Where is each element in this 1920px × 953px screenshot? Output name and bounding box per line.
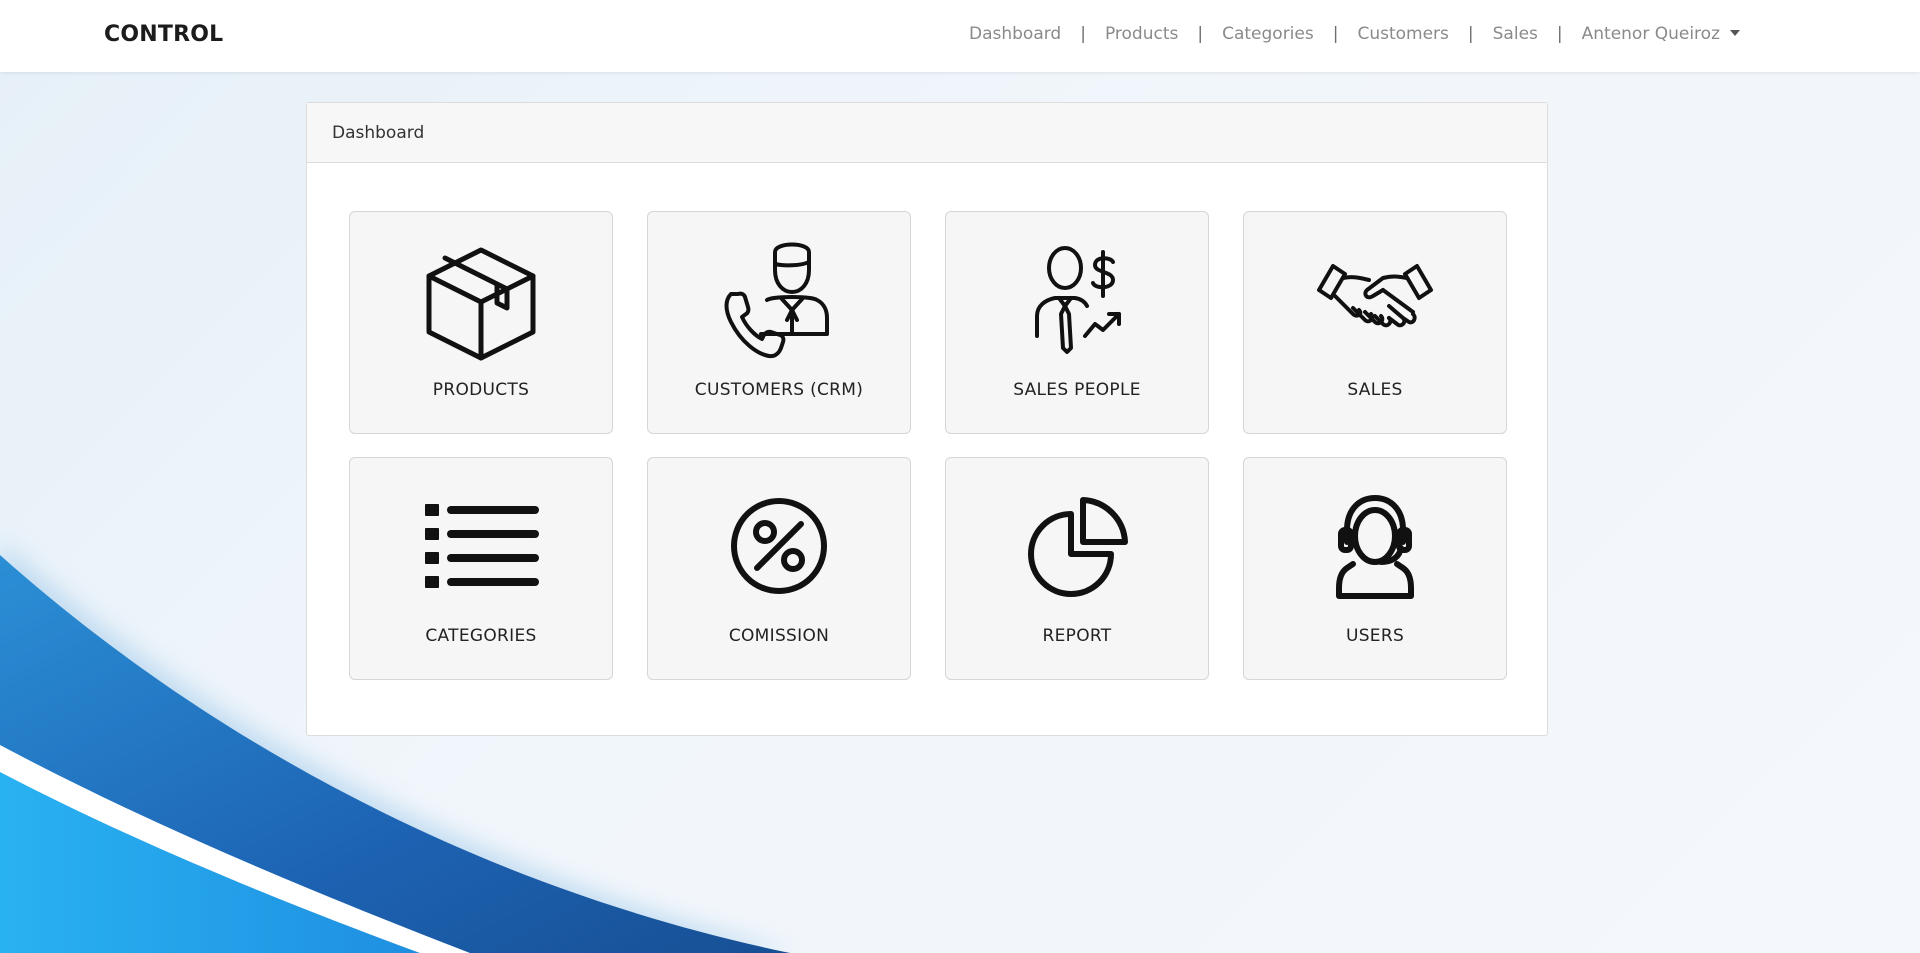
pie-chart-icon — [1015, 484, 1139, 608]
tile-sales-people[interactable]: SALES PEOPLE — [945, 211, 1209, 434]
tile-report[interactable]: REPORT — [945, 457, 1209, 680]
user-name: Antenor Queiroz — [1581, 24, 1720, 44]
tile-label: SALES PEOPLE — [1013, 380, 1141, 400]
tile-users[interactable]: USERS — [1243, 457, 1507, 680]
nav-separator: | — [1080, 24, 1086, 44]
nav-link-categories[interactable]: Categories — [1222, 24, 1314, 44]
nav-separator: | — [1332, 24, 1339, 44]
main-nav: Dashboard | Products | Categories | Cust… — [969, 24, 1740, 44]
caret-down-icon — [1730, 29, 1740, 36]
tile-label: USERS — [1345, 626, 1405, 646]
tile-label: CATEGORIES — [425, 626, 537, 646]
nav-separator: | — [1556, 24, 1563, 44]
percent-icon — [717, 484, 841, 608]
tile-comission[interactable]: COMISSION — [647, 457, 911, 680]
top-navbar: CONTROL Dashboard | Products | Categorie… — [0, 0, 1920, 72]
brand-logo[interactable]: CONTROL — [104, 22, 223, 47]
tile-label: COMISSION — [728, 626, 830, 646]
nav-link-sales[interactable]: Sales — [1493, 24, 1538, 44]
tile-label: CUSTOMERS (CRM) — [694, 380, 864, 400]
list-icon — [419, 484, 543, 608]
panel-header: Dashboard — [307, 103, 1547, 163]
dashboard-tiles: PRODUCTS CUSTOMERS (CRM) SALES PEOPLE SA… — [349, 211, 1507, 680]
nav-link-products[interactable]: Products — [1105, 24, 1178, 44]
tile-sales[interactable]: SALES — [1243, 211, 1507, 434]
nav-link-dashboard[interactable]: Dashboard — [969, 24, 1061, 44]
tile-categories[interactable]: CATEGORIES — [349, 457, 613, 680]
user-menu-dropdown[interactable]: Antenor Queiroz — [1582, 24, 1740, 44]
nav-separator: | — [1467, 24, 1474, 44]
nav-link-customers[interactable]: Customers — [1357, 24, 1448, 44]
customer-service-icon — [717, 238, 841, 362]
handshake-icon — [1313, 238, 1437, 362]
dashboard-panel: Dashboard PRODUCTS CUSTOMERS (CRM) SALES… — [306, 102, 1548, 736]
tile-customers-crm[interactable]: CUSTOMERS (CRM) — [647, 211, 911, 434]
box-icon — [419, 238, 543, 362]
tile-label: PRODUCTS — [432, 380, 530, 400]
headset-user-icon — [1313, 484, 1437, 608]
salesperson-icon — [1015, 238, 1139, 362]
tile-label: REPORT — [1042, 626, 1112, 646]
tile-label: SALES — [1347, 380, 1403, 400]
tile-products[interactable]: PRODUCTS — [349, 211, 613, 434]
nav-separator: | — [1197, 24, 1204, 44]
